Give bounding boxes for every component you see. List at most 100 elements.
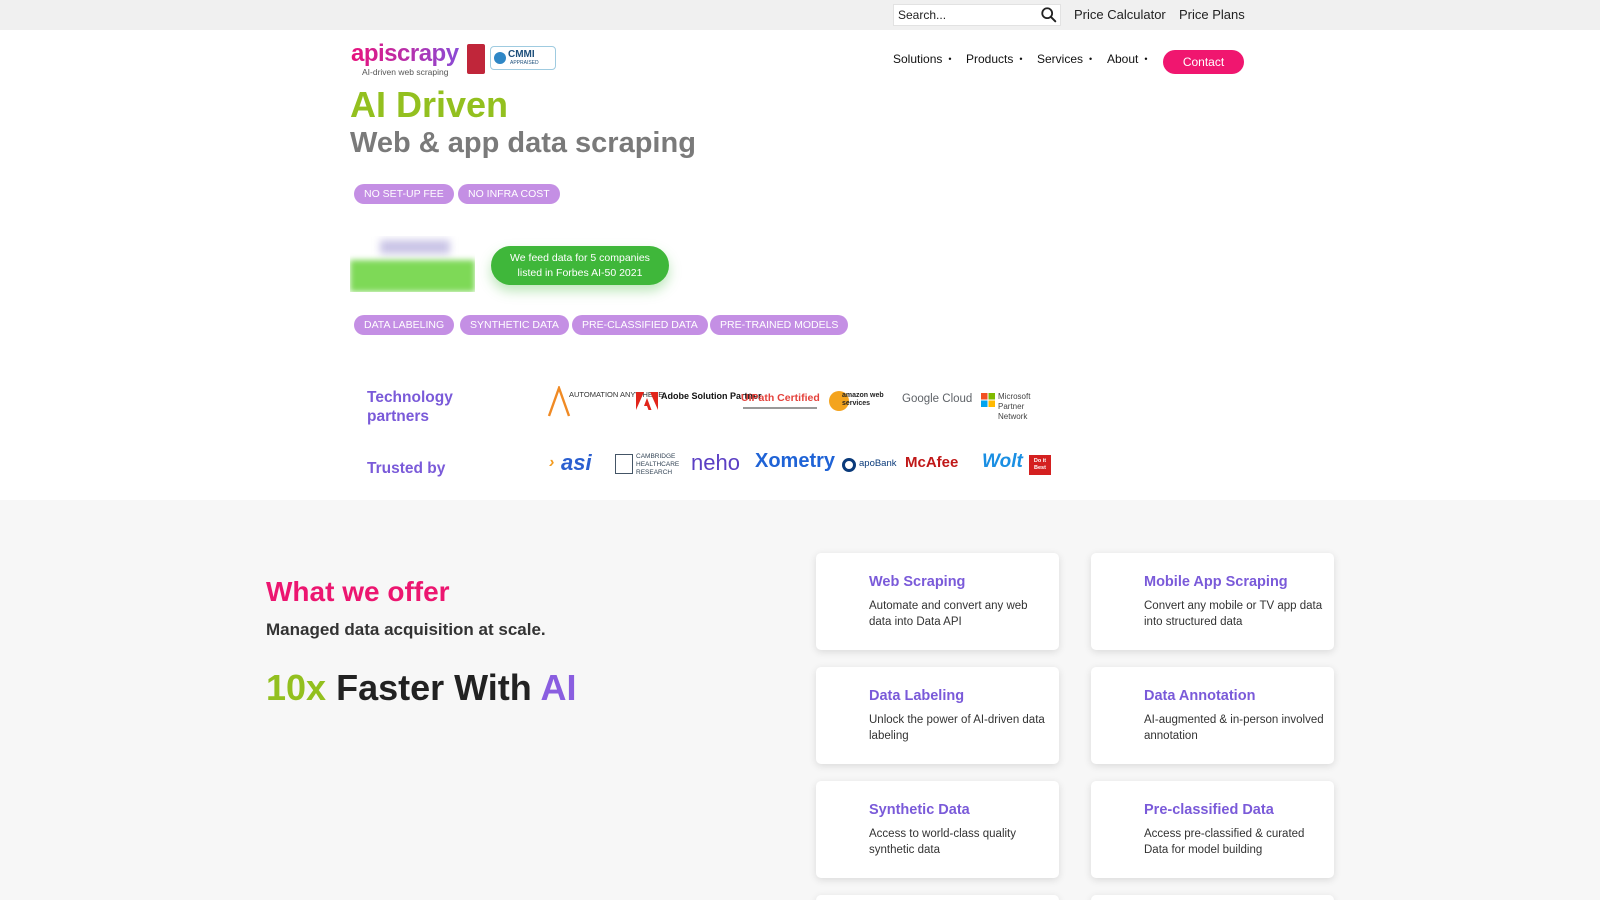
clutch-badge-icon [467,44,485,74]
offer-title: What we offer [266,576,450,607]
nav-about[interactable]: About • [1107,52,1148,66]
technology-logos: AUTOMATION ANYWHERE Adobe Solution Partn… [545,384,1055,421]
cambridge-healthcare-logo: CAMBRIDGE HEALTHCARE RESEARCH [615,448,685,484]
automation-anywhere-text: AUTOMATION ANYWHERE [569,390,664,399]
doitbest-logo: Do it Best [1029,448,1053,484]
card-description: Convert any mobile or TV app data into s… [1144,600,1323,628]
cmmi-badge: CMMI APPRAISED [490,46,556,70]
aws-logo: amazon web services [828,384,896,420]
card-title: Synthetic Data [869,802,970,818]
nav-label: Products [966,52,1014,66]
card-description: Access pre-classified & curated Data for… [1144,828,1305,856]
search-box [893,4,1061,26]
data-labeling-card[interactable]: Data Labeling Unlock the power of AI-dri… [816,667,1059,764]
card-title: Data Annotation [1144,688,1256,704]
offer-section [0,500,1600,900]
pre-trained-models-pill[interactable]: PRE-TRAINED MODELS [710,315,849,335]
uipath-logo: UiPath Certified [741,384,821,420]
neho-logo: neho [691,448,749,484]
adobe-icon [636,392,658,410]
mobile-app-scraping-card[interactable]: Mobile App Scraping Convert any mobile o… [1091,553,1334,650]
forbes-line-1: We feed data for 5 companies [510,252,650,264]
automation-anywhere-logo: AUTOMATION ANYWHERE [547,384,664,420]
data-annotation-card[interactable]: Data Annotation AI-augmented & in-person… [1091,667,1334,764]
synthetic-data-card[interactable]: Synthetic Data Access to world-class qua… [816,781,1059,878]
microsoft-icon [981,393,995,407]
cmmi-badge-sub: APPRAISED [510,60,539,66]
wolt-logo: Wolt [982,448,1028,484]
dropdown-dot-icon: • [1144,54,1148,64]
google-cloud-logo: Google Cloud [902,384,976,420]
card-title: Web Scraping [869,574,966,590]
card-title: Data Labeling [869,688,965,704]
blurred-image [350,236,475,292]
price-plans-link[interactable]: Price Plans [1179,7,1245,22]
synthetic-data-pill[interactable]: SYNTHETIC DATA [460,315,569,335]
card-description: AI-augmented & in-person involved annota… [1144,714,1324,742]
pre-classified-data-card[interactable]: Pre-classified Data Access pre-classifie… [1091,781,1334,878]
no-setup-fee-pill: NO SET-UP FEE [354,184,454,204]
faster-10x: 10x [266,667,327,708]
apobank-icon [842,458,856,472]
nav-products[interactable]: Products • [966,52,1023,66]
nav-label: About [1107,52,1139,66]
mcafee-text: McAfee [905,454,959,471]
cmmi-badge-label: CMMI [508,49,535,60]
wolt-text: Wolt [982,451,1023,472]
xometry-text: Xometry [755,450,836,472]
apiscrapy-logo[interactable]: apiscrapy AI-driven web scraping CMMI AP… [351,40,561,78]
forbes-badge: We feed data for 5 companies listed in F… [491,246,669,285]
nav-label: Solutions [893,52,943,66]
doitbest-text: Do it Best [1029,455,1051,475]
faster-middle: Faster With [326,667,541,708]
nav-solutions[interactable]: Solutions • [893,52,952,66]
trusted-logos: › asi CAMBRIDGE HEALTHCARE RESEARCH neho… [545,448,1055,484]
adobe-logo: Adobe Solution Partner [636,384,762,420]
hero-subtitle: Web & app data scraping [350,127,696,159]
contact-button[interactable]: Contact [1163,50,1244,74]
no-infra-cost-pill: NO INFRA COST [458,184,560,204]
forbes-line-2: listed in Forbes AI-50 2021 [517,267,643,279]
uipath-text: UiPath Certified [741,392,820,404]
trusted-by-label: Trusted by [367,460,446,477]
google-cloud-text: Google Cloud [902,393,973,405]
dropdown-dot-icon: • [948,54,952,64]
search-icon[interactable] [1040,6,1058,24]
dropdown-dot-icon: • [1089,54,1093,64]
microsoft-text: Microsoft Partner Network [998,392,1031,421]
data-labeling-pill[interactable]: DATA LABELING [354,315,455,335]
technology-partners-label: Technology partners [367,388,453,426]
cmmi-badge-icon [494,52,506,64]
logo-tagline: AI-driven web scraping [362,67,449,77]
dropdown-dot-icon: • [1019,54,1023,64]
price-calculator-link[interactable]: Price Calculator [1074,7,1166,22]
offer-subtitle: Managed data acquisition at scale. [266,620,546,639]
adobe-text: Adobe Solution Partner [661,391,762,401]
card-description: Automate and convert any web data into D… [869,600,1028,628]
utility-bar: Price Calculator Price Plans [0,0,1600,30]
faster-ai: AI [540,667,577,708]
microsoft-logo: Microsoft Partner Network [981,384,1055,421]
card-title: Pre-classified Data [1144,802,1274,818]
technology-label-line-2: partners [367,408,430,425]
pre-classified-data-pill[interactable]: PRE-CLASSIFIED DATA [572,315,708,335]
apobank-text: apoBank [859,458,897,469]
next-card-peek [1091,895,1334,900]
asi-logo: › asi [549,448,609,484]
search-input[interactable] [898,5,1038,25]
nav-services[interactable]: Services • [1037,52,1092,66]
faster-heading: 10x Faster With AI [266,667,576,709]
mcafee-logo: McAfee [905,448,979,484]
cambridge-text: CAMBRIDGE HEALTHCARE RESEARCH [636,453,680,476]
xometry-logo: Xometry [755,448,841,484]
next-card-peek [816,895,1059,900]
uipath-underline [743,407,817,409]
logo-wordmark: apiscrapy [351,40,459,67]
asi-chevron-icon: › [549,454,555,471]
asi-text: asi [561,450,592,475]
hero-title: AI Driven [350,84,509,125]
apobank-logo: apoBank [842,448,900,484]
web-scraping-card[interactable]: Web Scraping Automate and convert any we… [816,553,1059,650]
cambridge-icon [615,454,633,474]
aws-text: amazon web services [842,392,884,407]
